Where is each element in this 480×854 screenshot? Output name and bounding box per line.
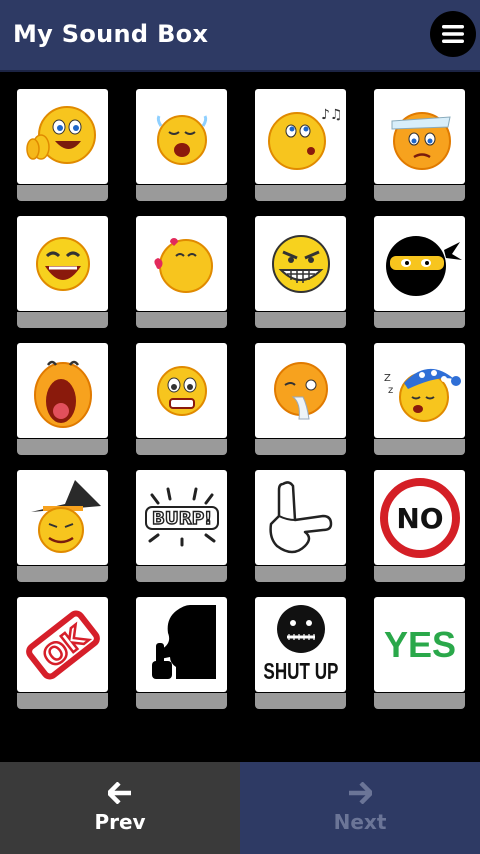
crying-emoji-icon — [156, 114, 207, 165]
svg-text:♪♫: ♪♫ — [321, 107, 343, 123]
sound-tile-laughing[interactable] — [17, 216, 108, 328]
arrow-left-icon — [108, 782, 131, 804]
sound-tile-burp[interactable]: BURP! — [136, 470, 227, 582]
sound-tile-shut-up[interactable]: SHUT UP — [255, 597, 346, 709]
menu-button[interactable] — [430, 11, 476, 57]
prev-label: Prev — [94, 810, 146, 834]
ninja-emoji-icon — [385, 235, 462, 296]
svg-text:Z: Z — [384, 373, 391, 384]
sound-tile-crying[interactable] — [136, 89, 227, 201]
sound-grid: ♪♫ Z z BURP! NO OK SHUT UP YES — [0, 72, 480, 762]
kissing-emoji-icon — [153, 237, 213, 293]
svg-text:z: z — [388, 385, 393, 396]
sound-tile-yes[interactable]: YES — [374, 597, 465, 709]
loser-hand-icon — [268, 480, 332, 553]
app-header: My Sound Box — [0, 0, 480, 72]
laughing-emoji-icon — [35, 236, 90, 291]
no-text: NO — [396, 502, 443, 535]
sound-tile-witch[interactable] — [17, 470, 108, 582]
shush-silhouette-icon — [152, 605, 216, 679]
pagination-footer: Prev Next — [0, 762, 480, 854]
sleeping-emoji-icon: Z z — [384, 368, 461, 422]
next-label: Next — [333, 810, 387, 834]
sound-tile-no[interactable]: NO — [374, 470, 465, 582]
yes-text-icon: YES — [383, 624, 455, 665]
burp-text: BURP! — [151, 509, 211, 529]
shut-up-icon: SHUT UP — [263, 604, 338, 684]
next-button[interactable]: Next — [240, 762, 480, 854]
sound-tile-evil-grin[interactable] — [255, 216, 346, 328]
witch-emoji-icon — [30, 479, 101, 553]
sound-tile-ninja[interactable] — [374, 216, 465, 328]
hamburger-menu-icon — [442, 25, 464, 43]
screaming-emoji-icon — [33, 360, 92, 428]
arrow-right-icon — [349, 782, 372, 804]
burp-icon: BURP! — [144, 487, 219, 546]
sound-tile-scared[interactable] — [136, 343, 227, 455]
prev-button[interactable]: Prev — [0, 762, 240, 854]
ok-stamp-icon: OK — [25, 610, 100, 679]
sound-tile-clapping[interactable] — [17, 89, 108, 201]
coughing-emoji-icon — [273, 361, 328, 419]
ok-text: OK — [36, 619, 93, 674]
shut-up-text: SHUT UP — [263, 659, 338, 684]
sick-emoji-icon — [391, 111, 451, 170]
sound-tile-coughing[interactable] — [255, 343, 346, 455]
no-sign-icon: NO — [379, 477, 460, 558]
sound-tile-screaming[interactable] — [17, 343, 108, 455]
scared-emoji-icon — [156, 365, 207, 416]
whistling-emoji-icon: ♪♫ — [267, 107, 343, 170]
sound-tile-kissing[interactable] — [136, 216, 227, 328]
sound-tile-loser[interactable] — [255, 470, 346, 582]
sound-tile-shush[interactable] — [136, 597, 227, 709]
sound-tile-sick[interactable] — [374, 89, 465, 201]
sound-tile-whistling[interactable]: ♪♫ — [255, 89, 346, 201]
yes-text: YES — [383, 624, 455, 665]
app-title: My Sound Box — [13, 20, 209, 48]
evil-grin-emoji-icon — [271, 234, 330, 293]
sound-tile-sleeping[interactable]: Z z — [374, 343, 465, 455]
clapping-emoji-icon — [25, 105, 96, 164]
sound-tile-ok[interactable]: OK — [17, 597, 108, 709]
